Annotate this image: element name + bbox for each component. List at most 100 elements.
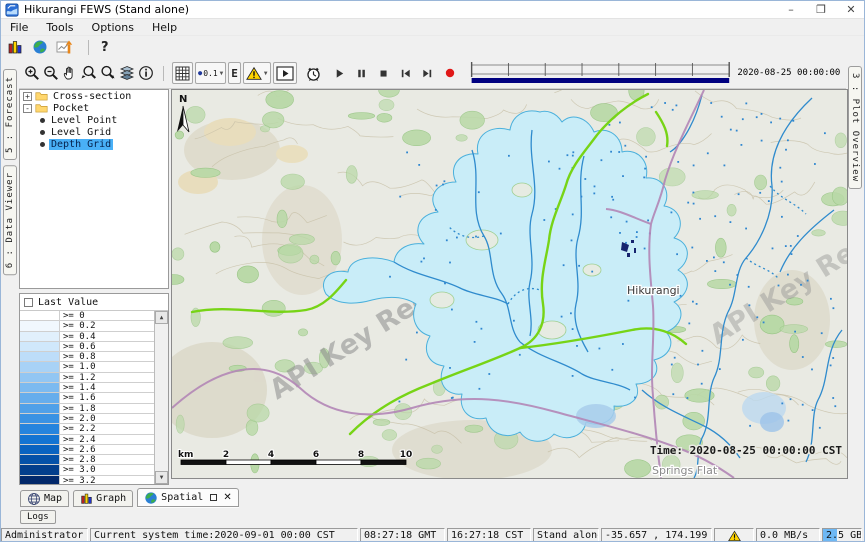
svg-text:6: 6 xyxy=(313,450,319,460)
zoom-next-icon[interactable] xyxy=(98,63,117,83)
tree-item-label: Cross-section xyxy=(51,91,133,102)
tree-item-label: Level Grid xyxy=(49,127,113,138)
legend-row-label: >= 0.6 xyxy=(60,342,154,351)
legend-row-label: >= 1.2 xyxy=(60,373,154,382)
grid-display-button[interactable] xyxy=(172,62,193,84)
tree-item-label: Pocket xyxy=(51,103,91,114)
zoom-out-icon[interactable] xyxy=(41,63,60,83)
animation-panel-button[interactable] xyxy=(273,62,297,84)
tab-plot-overview[interactable]: 3 : Plot Overview xyxy=(848,66,862,189)
menu-help[interactable]: Help xyxy=(143,21,186,34)
labels-toggle-glyph: E xyxy=(231,67,238,80)
legend-row: >= 2.8 xyxy=(20,455,154,465)
status-network-speed: 0.0 MB/s xyxy=(756,528,820,542)
globe-icon xyxy=(144,491,158,505)
logs-button[interactable]: Logs xyxy=(20,510,56,524)
node-bullet-icon xyxy=(40,118,45,123)
timeline-datetime: 2020-08-25 00:00:00 CST xyxy=(737,68,862,78)
toolbar-separator xyxy=(88,40,89,55)
zoom-in-icon[interactable] xyxy=(22,63,41,83)
tab-map[interactable]: Map xyxy=(20,490,69,507)
help-button[interactable]: ? xyxy=(97,40,113,55)
pan-hand-icon[interactable] xyxy=(60,63,79,83)
close-tab-icon[interactable]: ✕ xyxy=(223,492,231,503)
legend-row-label: >= 0.4 xyxy=(60,332,154,341)
legend-row: >= 1.4 xyxy=(20,383,154,393)
legend-row: >= 2.0 xyxy=(20,414,154,424)
folder-icon xyxy=(35,103,48,113)
legend-color-swatch xyxy=(20,435,60,444)
zoom-previous-icon[interactable] xyxy=(79,63,98,83)
warning-triangle-icon xyxy=(246,66,262,81)
menu-file[interactable]: File xyxy=(1,21,37,34)
title-bar: Hikurangi FEWS (Stand alone) – ❐ ✕ xyxy=(1,1,865,19)
menu-options[interactable]: Options xyxy=(83,21,143,34)
chevron-down-icon: ▼ xyxy=(264,70,268,77)
top-toolbar: ? xyxy=(1,36,865,58)
play-button[interactable] xyxy=(329,63,351,83)
legend-row-label: >= 3.0 xyxy=(60,465,154,474)
legend-color-swatch xyxy=(20,414,60,423)
map-toolbar: ● 0.1 ▼ E ▼ xyxy=(1,58,865,89)
info-icon[interactable] xyxy=(136,63,155,83)
stop-button[interactable] xyxy=(373,63,395,83)
tab-spatial[interactable]: Spatial ✕ xyxy=(137,488,239,507)
legend-row-label: >= 2.2 xyxy=(60,424,154,433)
legend-color-swatch xyxy=(20,311,60,320)
tree-item-pocket[interactable]: - Pocket xyxy=(20,102,168,114)
spatial-map-view[interactable]: API Key Required API Key Required xyxy=(171,89,848,479)
tab-forecast[interactable]: 5 : Forecast xyxy=(3,69,17,160)
right-tab-strip: 3 : Plot Overview xyxy=(846,61,864,528)
legend-color-swatch xyxy=(20,383,60,392)
svg-text:8: 8 xyxy=(358,450,364,460)
menu-tools[interactable]: Tools xyxy=(37,21,82,34)
globe-map-icon[interactable] xyxy=(30,37,49,57)
close-button[interactable]: ✕ xyxy=(836,1,865,18)
scroll-down-icon[interactable]: ▼ xyxy=(155,471,168,484)
expander-expanded-icon[interactable]: - xyxy=(23,104,32,113)
legend-row: >= 0.8 xyxy=(20,352,154,362)
explorer-bars-icon[interactable] xyxy=(5,37,24,57)
tree-item-level-grid[interactable]: Level Grid xyxy=(20,126,168,138)
svg-text:N: N xyxy=(179,94,187,105)
record-button[interactable] xyxy=(439,63,461,83)
labels-toggle-button[interactable]: E xyxy=(228,62,241,84)
bar-chart-icon xyxy=(80,492,93,505)
tab-graph[interactable]: Graph xyxy=(73,490,133,507)
undock-icon[interactable] xyxy=(210,494,217,501)
tab-spatial-label: Spatial xyxy=(161,492,203,503)
left-tab-strip: 5 : Forecast 6 : Data Viewer xyxy=(1,61,19,528)
legend-row-label: >= 2.0 xyxy=(60,414,154,423)
map-time-label: Time: 2020-08-25 00:00:00 CST xyxy=(650,444,842,457)
town-label: Hikurangi xyxy=(627,284,680,297)
scroll-up-icon[interactable]: ▲ xyxy=(155,311,168,324)
legend-row: >= 2.6 xyxy=(20,445,154,455)
animation-timer-icon[interactable] xyxy=(304,63,323,83)
tree-item-depth-grid[interactable]: Depth Grid xyxy=(20,138,168,150)
node-bullet-icon xyxy=(40,130,45,135)
tab-data-viewer[interactable]: 6 : Data Viewer xyxy=(3,165,17,275)
legend-color-swatch xyxy=(20,445,60,454)
window-title: Hikurangi FEWS (Stand alone) xyxy=(24,3,189,16)
legend-row-label: >= 1.8 xyxy=(60,404,154,413)
tree-item-cross-section[interactable]: + Cross-section xyxy=(20,90,168,102)
skip-to-start-button[interactable] xyxy=(395,63,417,83)
legend-scrollbar[interactable]: ▲ ▼ xyxy=(154,311,168,484)
folder-icon xyxy=(35,91,48,101)
pause-button[interactable] xyxy=(351,63,373,83)
time-slider[interactable] xyxy=(469,61,732,85)
maximize-button[interactable]: ❐ xyxy=(806,1,836,18)
status-warning-cell[interactable] xyxy=(714,528,754,542)
class-break-dropdown[interactable]: ● 0.1 ▼ xyxy=(195,62,226,84)
legend-color-swatch xyxy=(20,424,60,433)
layers-icon[interactable] xyxy=(117,63,136,83)
timeseries-chart-icon[interactable] xyxy=(55,37,74,57)
legend-color-swatch xyxy=(20,455,60,464)
expander-collapsed-icon[interactable]: + xyxy=(23,92,32,101)
warnings-dropdown-button[interactable]: ▼ xyxy=(243,62,271,84)
legend-color-swatch xyxy=(20,465,60,474)
tree-item-level-point[interactable]: Level Point xyxy=(20,114,168,126)
last-value-checkbox[interactable] xyxy=(24,298,33,307)
skip-to-end-button[interactable] xyxy=(417,63,439,83)
minimize-button[interactable]: – xyxy=(776,1,806,18)
